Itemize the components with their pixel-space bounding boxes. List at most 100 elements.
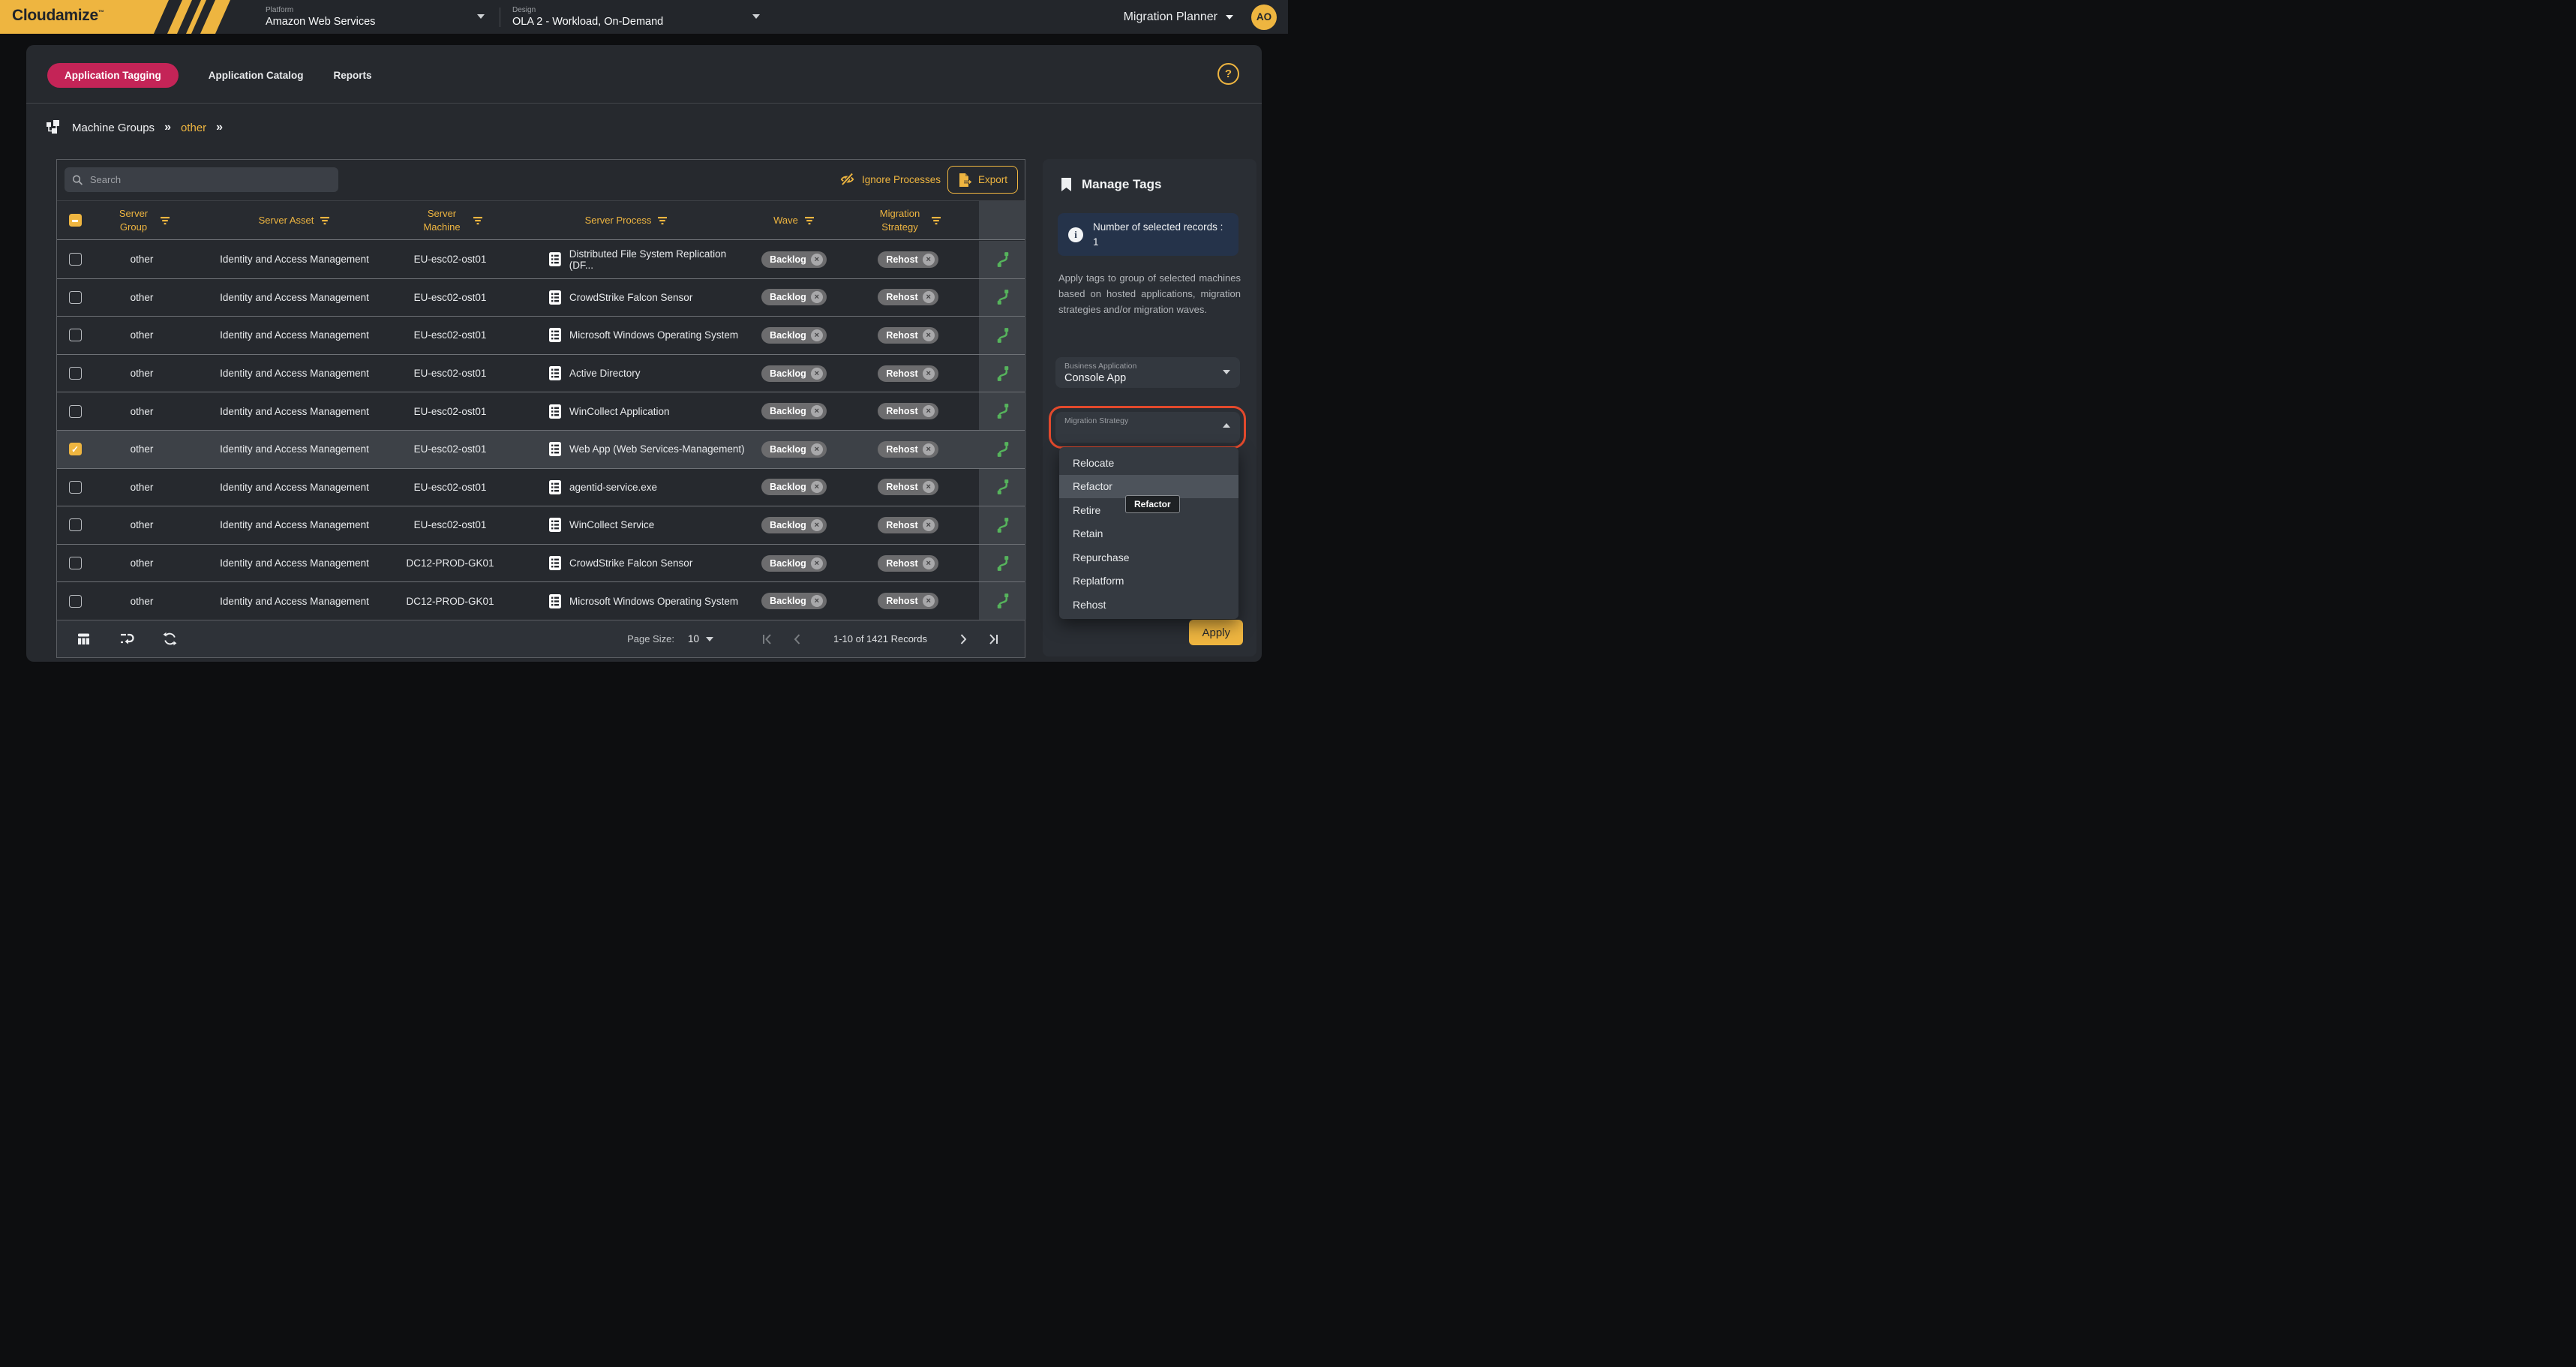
- wave-cell: Backlog ×: [751, 545, 837, 582]
- app-switcher-migration-planner[interactable]: Migration Planner: [1124, 11, 1233, 24]
- bookmark-icon: [1061, 178, 1072, 192]
- dependency-cable-icon[interactable]: [995, 251, 1011, 268]
- server-machine-cell: EU-esc02-ost01: [398, 506, 502, 544]
- column-header-wave[interactable]: Wave: [751, 201, 837, 239]
- remove-wave-tag-button[interactable]: ×: [811, 481, 823, 493]
- search-input[interactable]: [90, 174, 331, 185]
- dependency-cable-icon[interactable]: [995, 593, 1011, 609]
- column-header-server-asset[interactable]: Server Asset: [191, 201, 398, 239]
- dependency-cable-icon[interactable]: [995, 327, 1011, 344]
- business-application-value: Console App: [1064, 372, 1231, 384]
- column-header-server-group[interactable]: Server Group: [93, 201, 191, 239]
- tab-application-catalog[interactable]: Application Catalog: [209, 70, 304, 81]
- migration-strategy-select[interactable]: Migration Strategy: [1055, 412, 1240, 443]
- remove-strategy-tag-button[interactable]: ×: [923, 481, 935, 493]
- server-process-name: Microsoft Windows Operating System: [569, 329, 738, 341]
- row-checkbox[interactable]: ✓: [69, 595, 82, 608]
- filter-icon[interactable]: [931, 216, 941, 225]
- strategy-option[interactable]: Retain: [1059, 522, 1238, 546]
- dependency-cable-icon[interactable]: [995, 517, 1011, 533]
- ignore-processes-button[interactable]: Ignore Processes: [839, 172, 941, 187]
- apply-button[interactable]: Apply: [1189, 620, 1243, 645]
- dependency-cable-icon[interactable]: [995, 289, 1011, 305]
- remove-strategy-tag-button[interactable]: ×: [923, 557, 935, 569]
- tab-reports[interactable]: Reports: [334, 70, 372, 81]
- remove-wave-tag-button[interactable]: ×: [811, 519, 823, 531]
- filter-icon[interactable]: [160, 216, 170, 225]
- filter-icon[interactable]: [804, 216, 815, 225]
- tab-application-tagging[interactable]: Application Tagging: [47, 63, 179, 88]
- wave-cell: Backlog ×: [751, 279, 837, 317]
- remove-strategy-tag-button[interactable]: ×: [923, 291, 935, 303]
- records-range: 1-10 of 1421 Records: [833, 633, 927, 644]
- strategy-option[interactable]: Relocate: [1059, 451, 1238, 475]
- remove-wave-tag-button[interactable]: ×: [811, 368, 823, 380]
- remove-strategy-tag-button[interactable]: ×: [923, 443, 935, 455]
- remove-wave-tag-button[interactable]: ×: [811, 291, 823, 303]
- dependency-cable-icon[interactable]: [995, 555, 1011, 572]
- help-button[interactable]: ?: [1217, 63, 1239, 85]
- breadcrumb-machine-groups[interactable]: Machine Groups: [72, 122, 155, 134]
- business-application-select[interactable]: Business Application Console App: [1055, 357, 1240, 388]
- remove-wave-tag-button[interactable]: ×: [811, 443, 823, 455]
- row-checkbox[interactable]: ✓: [69, 405, 82, 418]
- wave-tag: Backlog ×: [761, 555, 827, 572]
- table-row: ✓ other Identity and Access Management E…: [57, 355, 1025, 393]
- migration-strategy-cell: Rehost ×: [837, 317, 979, 354]
- remove-strategy-tag-button[interactable]: ×: [923, 405, 935, 417]
- remove-wave-tag-button[interactable]: ×: [811, 595, 823, 607]
- table-row: ✓ other Identity and Access Management E…: [57, 469, 1025, 507]
- remove-strategy-tag-button[interactable]: ×: [923, 254, 935, 266]
- refresh-button[interactable]: [163, 632, 177, 646]
- remove-strategy-tag-button[interactable]: ×: [923, 329, 935, 341]
- row-checkbox[interactable]: ✓: [69, 443, 82, 455]
- dependency-cable-icon[interactable]: [995, 365, 1011, 382]
- remove-wave-tag-button[interactable]: ×: [811, 329, 823, 341]
- process-icon: [548, 327, 562, 343]
- page-size-select[interactable]: 10: [688, 633, 713, 644]
- first-page-button[interactable]: [752, 633, 782, 645]
- remove-wave-tag-button[interactable]: ×: [811, 254, 823, 266]
- last-page-icon: [987, 633, 999, 645]
- dependency-cable-icon[interactable]: [995, 403, 1011, 419]
- platform-selector[interactable]: Platform Amazon Web Services: [266, 0, 488, 34]
- remove-strategy-tag-button[interactable]: ×: [923, 595, 935, 607]
- next-page-button[interactable]: [948, 633, 978, 645]
- column-header-server-process[interactable]: Server Process: [502, 201, 751, 239]
- wave-cell: Backlog ×: [751, 355, 837, 392]
- breadcrumb-current-other[interactable]: other: [181, 122, 206, 134]
- row-checkbox[interactable]: ✓: [69, 518, 82, 531]
- filter-icon[interactable]: [473, 216, 483, 225]
- migration-strategy-tag: Rehost ×: [878, 365, 938, 382]
- row-checkbox[interactable]: ✓: [69, 557, 82, 569]
- remove-strategy-tag-button[interactable]: ×: [923, 368, 935, 380]
- search-box[interactable]: [65, 167, 338, 192]
- select-all-checkbox[interactable]: [69, 214, 82, 227]
- row-checkbox[interactable]: ✓: [69, 291, 82, 304]
- previous-page-button[interactable]: [782, 633, 812, 645]
- search-icon: [72, 174, 83, 186]
- strategy-option[interactable]: Repurchase: [1059, 545, 1238, 569]
- column-header-migration-strategy[interactable]: Migration Strategy: [837, 201, 979, 239]
- row-checkbox[interactable]: ✓: [69, 481, 82, 494]
- columns-settings-button[interactable]: [77, 632, 91, 646]
- design-selector[interactable]: Design OLA 2 - Workload, On-Demand: [512, 0, 763, 34]
- filter-icon[interactable]: [320, 216, 330, 225]
- filter-icon[interactable]: [657, 216, 668, 225]
- row-checkbox[interactable]: ✓: [69, 367, 82, 380]
- column-header-server-machine[interactable]: Server Machine: [398, 201, 502, 239]
- last-page-button[interactable]: [978, 633, 1008, 645]
- row-layout-button[interactable]: [119, 632, 134, 646]
- export-button[interactable]: Export: [947, 166, 1018, 194]
- row-checkbox[interactable]: ✓: [69, 253, 82, 266]
- remove-strategy-tag-button[interactable]: ×: [923, 519, 935, 531]
- dependency-cable-icon[interactable]: [995, 441, 1011, 458]
- remove-wave-tag-button[interactable]: ×: [811, 557, 823, 569]
- dependency-cable-icon[interactable]: [995, 479, 1011, 495]
- migration-strategy-cell: Rehost ×: [837, 241, 979, 278]
- strategy-option[interactable]: Replatform: [1059, 569, 1238, 593]
- row-checkbox[interactable]: ✓: [69, 329, 82, 341]
- avatar[interactable]: AO: [1251, 5, 1277, 30]
- strategy-option[interactable]: Rehost: [1059, 593, 1238, 617]
- remove-wave-tag-button[interactable]: ×: [811, 405, 823, 417]
